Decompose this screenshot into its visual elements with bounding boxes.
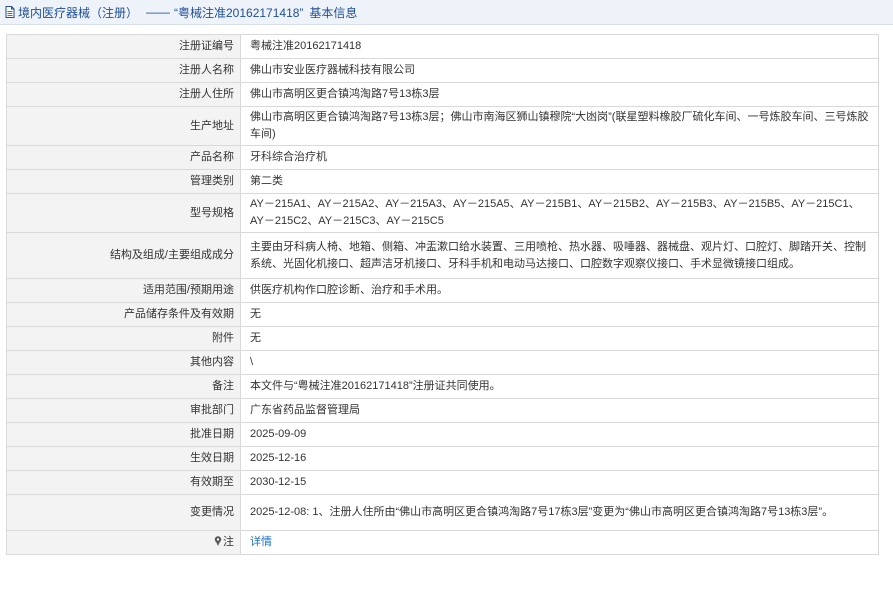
info-table-container: 注册证编号 粤械注准20162171418 注册人名称 佛山市安业医疗器械科技有限公司… — [6, 34, 879, 555]
note-value-cell: 详情 — [240, 530, 879, 555]
table-row: 注册人名称 佛山市安业医疗器械科技有限公司 — [6, 58, 879, 83]
table-row: 生产地址 佛山市高明区更合镇鸿淘路7号13栋3层；佛山市南海区狮山镇穆院“大凼岗”… — [6, 106, 879, 146]
row-label: 有效期至 — [6, 470, 241, 495]
header-reg-no: “粤械注准20162171418” — [174, 5, 304, 20]
note-label-cell: 注 — [6, 530, 241, 555]
table-row: 注册证编号 粤械注准20162171418 — [6, 34, 879, 59]
document-icon — [5, 6, 15, 18]
row-value: 粤械注准20162171418 — [240, 34, 879, 59]
row-label: 产品名称 — [6, 145, 241, 170]
row-value: 佛山市高明区更合镇鸿淘路7号13栋3层 — [240, 82, 879, 107]
row-value: 佛山市安业医疗器械科技有限公司 — [240, 58, 879, 83]
table-row: 型号规格 AY－215A1、AY－215A2、AY－215A3、AY－215A5、… — [6, 193, 879, 233]
row-label: 备注 — [6, 374, 241, 399]
row-value: 佛山市高明区更合镇鸿淘路7号13栋3层；佛山市南海区狮山镇穆院“大凼岗”(联星塑… — [240, 106, 879, 146]
row-label: 附件 — [6, 326, 241, 351]
row-label: 生产地址 — [6, 106, 241, 146]
row-label: 变更情况 — [6, 494, 241, 531]
note-label: 注 — [223, 536, 234, 548]
row-label: 生效日期 — [6, 446, 241, 471]
row-label: 批准日期 — [6, 422, 241, 447]
row-label: 结构及组成/主要组成成分 — [6, 232, 241, 279]
row-value: 牙科综合治疗机 — [240, 145, 879, 170]
row-value: 2025-12-08: 1、注册人住所由“佛山市高明区更合镇鸿淘路7号17栋3层… — [240, 494, 879, 531]
row-value: AY－215A1、AY－215A2、AY－215A3、AY－215A5、AY－2… — [240, 193, 879, 233]
header-separator: —— — [146, 5, 171, 19]
table-row: 管理类别 第二类 — [6, 169, 879, 194]
table-row: 产品储存条件及有效期无 — [6, 302, 879, 327]
header-category: 境内医疗器械（注册） — [18, 5, 139, 20]
pin-icon — [214, 536, 222, 546]
table-row: 批准日期 2025-09-09 — [6, 422, 879, 447]
row-label: 产品储存条件及有效期 — [6, 302, 241, 327]
row-value: 第二类 — [240, 169, 879, 194]
row-value: 无 — [240, 302, 879, 327]
row-label: 注册人住所 — [6, 82, 241, 107]
row-label: 审批部门 — [6, 398, 241, 423]
row-label: 注册证编号 — [6, 34, 241, 59]
row-label: 其他内容 — [6, 350, 241, 375]
page-header: 境内医疗器械（注册） —— “粤械注准20162171418” 基本信息 — [0, 0, 893, 25]
row-label: 适用范围/预期用途 — [6, 278, 241, 303]
note-row: 注 详情 — [6, 530, 879, 555]
row-value: 本文件与“粤械注准20162171418”注册证共同使用。 — [240, 374, 879, 399]
row-value: 2025-12-16 — [240, 446, 879, 471]
table-row: 备注 本文件与“粤械注准20162171418”注册证共同使用。 — [6, 374, 879, 399]
header-suffix: 基本信息 — [309, 5, 358, 20]
table-row: 注册人住所 佛山市高明区更合镇鸿淘路7号13栋3层 — [6, 82, 879, 107]
table-row: 结构及组成/主要组成成分 主要由牙科病人椅、地箱、侧箱、冲盂漱口给水装置、三用喷枪… — [6, 232, 879, 279]
row-label: 注册人名称 — [6, 58, 241, 83]
row-value: 2025-09-09 — [240, 422, 879, 447]
row-label: 管理类别 — [6, 169, 241, 194]
row-value: 2030-12-15 — [240, 470, 879, 495]
row-label: 型号规格 — [6, 193, 241, 233]
table-row: 生效日期 2025-12-16 — [6, 446, 879, 471]
row-value: \ — [240, 350, 879, 375]
detail-link[interactable]: 详情 — [250, 536, 272, 548]
row-value: 供医疗机构作口腔诊断、治疗和手术用。 — [240, 278, 879, 303]
row-value: 广东省药品监督管理局 — [240, 398, 879, 423]
table-row: 产品名称 牙科综合治疗机 — [6, 145, 879, 170]
info-table: 注册证编号 粤械注准20162171418 注册人名称 佛山市安业医疗器械科技有限公司… — [6, 34, 879, 555]
info-table-body: 注册证编号 粤械注准20162171418 注册人名称 佛山市安业医疗器械科技有限公司… — [6, 34, 879, 555]
table-row: 附件无 — [6, 326, 879, 351]
table-row: 变更情况 2025-12-08: 1、注册人住所由“佛山市高明区更合镇鸿淘路7号1… — [6, 494, 879, 531]
table-row: 审批部门 广东省药品监督管理局 — [6, 398, 879, 423]
row-value: 主要由牙科病人椅、地箱、侧箱、冲盂漱口给水装置、三用喷枪、热水器、吸唾器、器械盘… — [240, 232, 879, 279]
table-row: 适用范围/预期用途 供医疗机构作口腔诊断、治疗和手术用。 — [6, 278, 879, 303]
table-row: 有效期至 2030-12-15 — [6, 470, 879, 495]
row-value: 无 — [240, 326, 879, 351]
table-row: 其他内容 \ — [6, 350, 879, 375]
